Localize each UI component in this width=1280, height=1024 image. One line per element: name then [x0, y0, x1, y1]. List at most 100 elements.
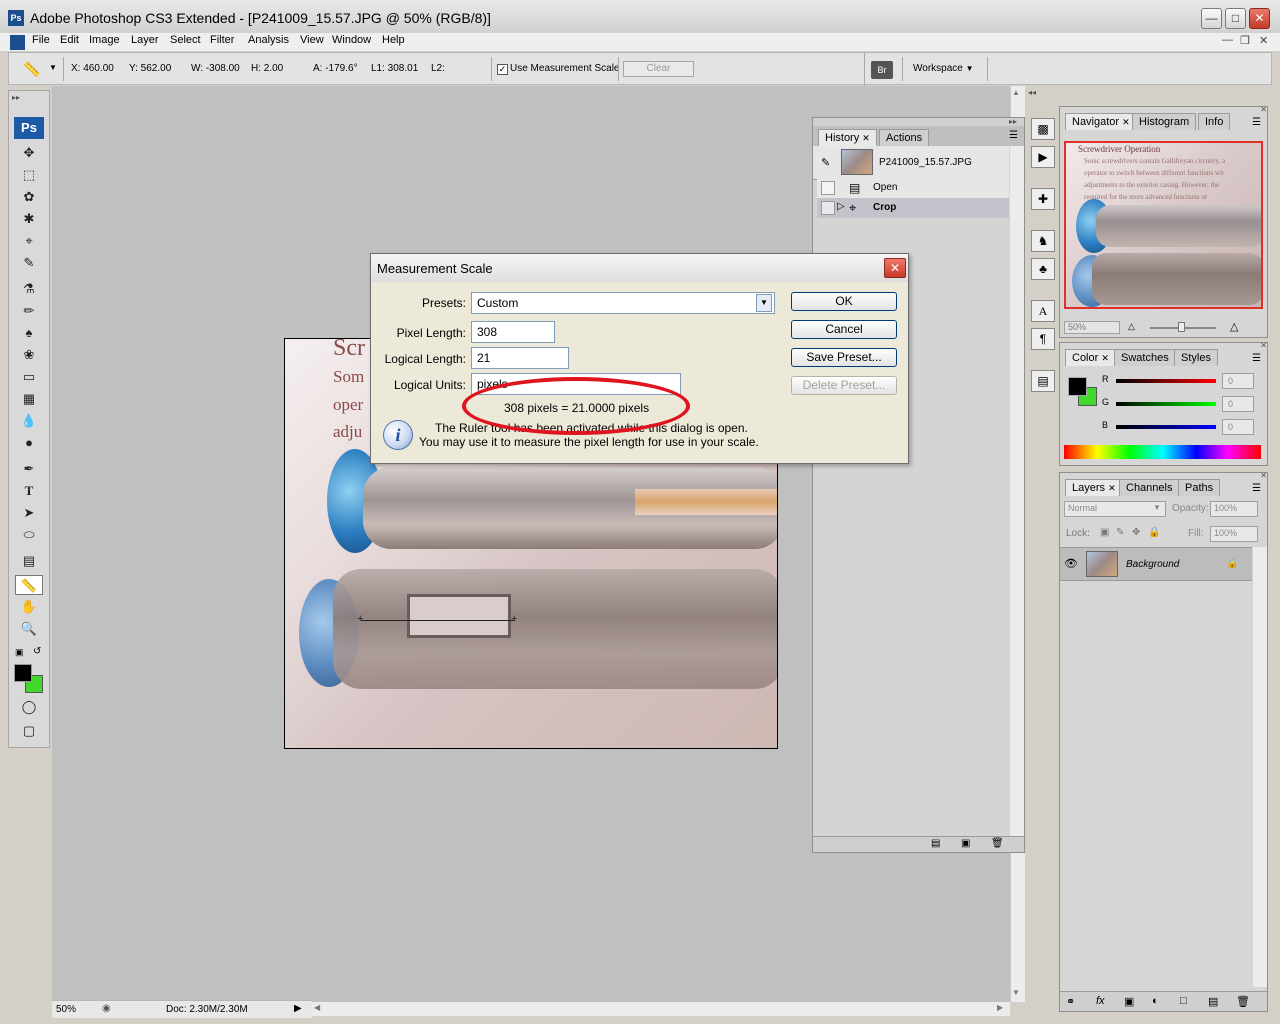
- status-info-icon[interactable]: ◉: [102, 1003, 111, 1014]
- history-item-crop[interactable]: ▷ ⌖ Crop: [817, 198, 1009, 218]
- tab-info[interactable]: Info: [1198, 113, 1231, 130]
- history-state-slider-icon[interactable]: ▷: [837, 201, 845, 212]
- blur-tool-icon[interactable]: 💧: [15, 411, 43, 431]
- magic-wand-tool-icon[interactable]: ✱: [15, 209, 43, 229]
- clone-source-icon[interactable]: ♣: [1031, 258, 1055, 280]
- ruler-end-crosshair-icon[interactable]: +: [511, 613, 517, 625]
- new-document-from-state-icon[interactable]: ▤: [931, 838, 940, 849]
- new-layer-icon[interactable]: ▤: [1208, 995, 1218, 1008]
- pen-tool-icon[interactable]: ✒: [15, 459, 43, 479]
- delete-preset-button[interactable]: Delete Preset...: [791, 376, 897, 395]
- trash-icon[interactable]: 🗑: [1236, 995, 1250, 1008]
- menu-analysis[interactable]: Analysis: [246, 34, 291, 46]
- menu-edit[interactable]: Edit: [58, 34, 81, 46]
- history-brush-tool-icon[interactable]: ❀: [15, 345, 43, 365]
- color-spectrum-bar[interactable]: [1064, 445, 1261, 459]
- document-icon[interactable]: [10, 35, 25, 50]
- crop-tool-icon[interactable]: ⌖: [15, 231, 43, 251]
- scroll-down-icon[interactable]: ▼: [1012, 988, 1020, 997]
- panel-menu-icon[interactable]: ☰: [1252, 353, 1261, 364]
- tab-layers[interactable]: Layers ✕: [1065, 479, 1123, 496]
- dialog-close-button[interactable]: ✕: [884, 258, 906, 278]
- path-selection-tool-icon[interactable]: ➤: [15, 503, 43, 523]
- menu-layer[interactable]: Layer: [129, 34, 161, 46]
- hand-tool-icon[interactable]: ✋: [15, 597, 43, 617]
- healing-brush-tool-icon[interactable]: ⚗: [15, 279, 43, 299]
- maximize-button[interactable]: □: [1225, 8, 1246, 29]
- logical-length-field[interactable]: 21: [471, 347, 569, 369]
- layers-scrollbar[interactable]: [1253, 547, 1267, 987]
- blend-mode-select[interactable]: Normal ▼: [1064, 501, 1166, 517]
- ps-logo[interactable]: Ps: [14, 117, 44, 139]
- brushes-panel-icon[interactable]: ♞: [1031, 230, 1055, 252]
- use-measurement-scale-checkbox[interactable]: ✓: [497, 64, 508, 75]
- ruler-measure-line[interactable]: [361, 620, 515, 621]
- camera-snapshot-icon[interactable]: ▣: [961, 838, 970, 849]
- bridge-icon[interactable]: Br: [871, 61, 893, 79]
- status-menu-arrow-icon[interactable]: ▶: [294, 1003, 302, 1014]
- chevron-down-icon[interactable]: ▼: [756, 294, 772, 312]
- fill-field[interactable]: 100%: [1210, 526, 1258, 542]
- tab-histogram[interactable]: Histogram: [1132, 113, 1197, 130]
- ruler-start-crosshair-icon[interactable]: +: [357, 613, 363, 625]
- eraser-tool-icon[interactable]: ▭: [15, 367, 43, 387]
- cancel-button[interactable]: Cancel: [791, 320, 897, 339]
- scroll-right-icon[interactable]: ▶: [997, 1003, 1003, 1012]
- scroll-up-icon[interactable]: ▲: [1012, 88, 1020, 97]
- navigator-panel-icon[interactable]: ▩: [1031, 118, 1055, 140]
- b-slider[interactable]: [1116, 425, 1216, 429]
- save-preset-button[interactable]: Save Preset...: [791, 348, 897, 367]
- screen-mode-icon[interactable]: ▢: [15, 721, 43, 741]
- trash-icon[interactable]: 🗑: [991, 838, 1004, 849]
- layer-style-icon[interactable]: fx: [1096, 995, 1105, 1007]
- link-layers-icon[interactable]: ⚭: [1066, 995, 1075, 1008]
- zoom-tool-icon[interactable]: 🔍: [15, 619, 43, 639]
- collapse-icon[interactable]: ▸▸: [12, 93, 20, 102]
- character-panel-icon[interactable]: A: [1031, 300, 1055, 322]
- paragraph-panel-icon[interactable]: ¶: [1031, 328, 1055, 350]
- panel-menu-icon[interactable]: ☰: [1009, 130, 1018, 141]
- tab-actions[interactable]: Actions: [879, 129, 930, 146]
- zoom-level[interactable]: 50%: [56, 1004, 76, 1015]
- layer-row-background[interactable]: 👁 Background 🔒: [1060, 547, 1252, 581]
- navigator-zoom-slider-thumb[interactable]: [1178, 322, 1185, 332]
- type-tool-icon[interactable]: T: [15, 481, 43, 501]
- lock-all-icon[interactable]: 🔒: [1148, 527, 1160, 538]
- history-snapshot-row[interactable]: ✎ P241009_15.57.JPG: [813, 146, 1009, 180]
- close-icon[interactable]: ✕: [1122, 117, 1130, 127]
- menu-select[interactable]: Select: [168, 34, 203, 46]
- menu-filter[interactable]: Filter: [208, 34, 236, 46]
- b-value[interactable]: 0: [1222, 419, 1254, 435]
- ruler-tool-preset-icon[interactable]: 📏: [23, 61, 40, 78]
- dodge-tool-icon[interactable]: ●: [15, 433, 43, 453]
- ruler-tool-icon[interactable]: 📏: [15, 575, 43, 595]
- lock-position-icon[interactable]: ✥: [1132, 527, 1140, 538]
- clone-stamp-tool-icon[interactable]: ♠: [15, 323, 43, 343]
- pixel-length-field[interactable]: 308: [471, 321, 555, 343]
- adjustment-layer-icon[interactable]: ◐: [1152, 995, 1159, 1007]
- shape-tool-icon[interactable]: ⬭: [15, 525, 43, 545]
- layer-name[interactable]: Background: [1126, 559, 1179, 570]
- menu-window[interactable]: Window: [330, 34, 373, 46]
- foreground-color-swatch[interactable]: [14, 664, 32, 682]
- tab-color[interactable]: Color ✕: [1065, 349, 1116, 366]
- lock-image-icon[interactable]: ✎: [1116, 527, 1124, 538]
- eye-icon[interactable]: 👁: [1064, 557, 1078, 570]
- tool-presets-icon[interactable]: ✚: [1031, 188, 1055, 210]
- move-tool-icon[interactable]: ✥: [15, 143, 43, 163]
- menu-image[interactable]: Image: [87, 34, 122, 46]
- tab-styles[interactable]: Styles: [1174, 349, 1218, 366]
- r-slider[interactable]: [1116, 379, 1216, 383]
- menu-file[interactable]: File: [30, 34, 52, 46]
- navigator-zoom-field[interactable]: 50%: [1064, 321, 1120, 334]
- navigator-preview[interactable]: Screwdriver Operation Sonic screwdrivers…: [1064, 141, 1263, 309]
- history-item-open[interactable]: ▤ Open: [817, 178, 1009, 198]
- doc-minimize-button[interactable]: —: [1222, 34, 1233, 46]
- opacity-field[interactable]: 100%: [1210, 501, 1258, 517]
- history-brush-source-icon[interactable]: ✎: [821, 156, 830, 169]
- icon-strip-header[interactable]: ◂◂: [1028, 88, 1058, 100]
- presets-select[interactable]: Custom ▼: [471, 292, 775, 314]
- panel-menu-icon[interactable]: ☰: [1252, 483, 1261, 494]
- chevron-down-icon[interactable]: ▼: [49, 63, 57, 72]
- menu-view[interactable]: View: [298, 34, 326, 46]
